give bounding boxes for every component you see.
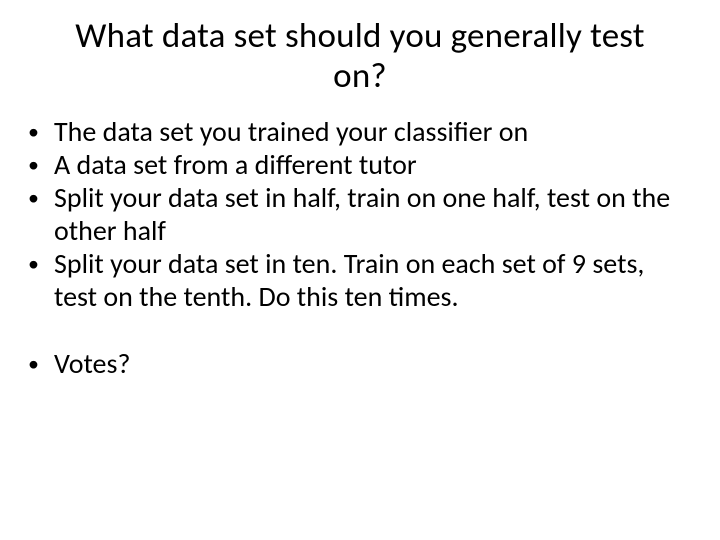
bullet-text: Split your data set in half, train on on… <box>54 181 692 247</box>
bullet-text: Votes? <box>54 347 692 380</box>
bullet-icon: • <box>28 247 54 280</box>
list-item: • A data set from a different tutor <box>28 148 692 181</box>
slide-title: What data set should you generally test … <box>28 16 692 111</box>
bullet-list-main: • The data set you trained your classifi… <box>28 115 692 313</box>
list-item: • Votes? <box>28 347 692 380</box>
bullet-icon: • <box>28 115 54 148</box>
bullet-list-secondary: • Votes? <box>28 347 692 380</box>
slide: What data set should you generally test … <box>0 0 720 540</box>
slide-body: • The data set you trained your classifi… <box>28 111 692 380</box>
spacer <box>28 313 692 347</box>
bullet-text: A data set from a different tutor <box>54 148 692 181</box>
bullet-icon: • <box>28 347 54 380</box>
bullet-text: Split your data set in ten. Train on eac… <box>54 247 692 313</box>
bullet-icon: • <box>28 148 54 181</box>
bullet-icon: • <box>28 181 54 214</box>
bullet-text: The data set you trained your classifier… <box>54 115 692 148</box>
list-item: • Split your data set in ten. Train on e… <box>28 247 692 313</box>
list-item: • Split your data set in half, train on … <box>28 181 692 247</box>
list-item: • The data set you trained your classifi… <box>28 115 692 148</box>
